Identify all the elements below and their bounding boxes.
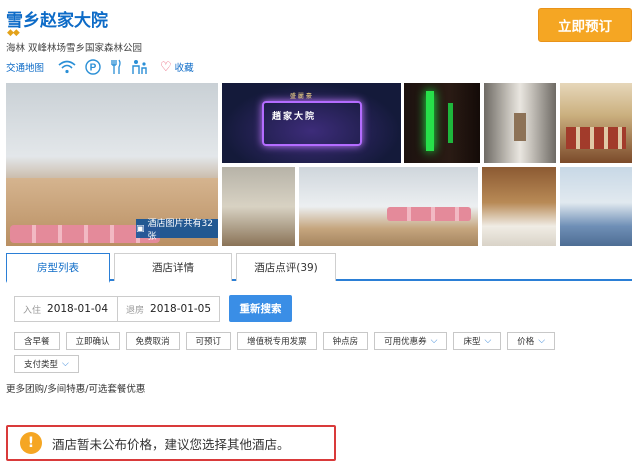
filter-bookable[interactable]: 可预订 bbox=[185, 332, 232, 350]
filter-hourly-room[interactable]: 钟点房 bbox=[322, 332, 369, 350]
checkin-value: 2018-01-04 bbox=[47, 303, 109, 315]
checkin-label: 入住 bbox=[23, 305, 42, 316]
favorite-label: 收藏 bbox=[174, 63, 194, 74]
tab-reviews[interactable]: 酒店点评(39) bbox=[236, 253, 336, 281]
parking-icon: P bbox=[85, 59, 101, 75]
room-photo-3[interactable] bbox=[482, 167, 556, 246]
filter-label: 立即确认 bbox=[75, 337, 110, 347]
sign-text: 趙家大院 bbox=[272, 112, 317, 122]
restaurant-photo[interactable] bbox=[560, 83, 632, 163]
filter-bed-type-dropdown[interactable]: 床型 ⌵ bbox=[453, 332, 502, 350]
filter-label: 免费取消 bbox=[135, 337, 170, 347]
heart-icon: ♡ bbox=[160, 59, 172, 75]
hotel-tabs: 房型列表 酒店详情 酒店点评(39) bbox=[6, 253, 632, 283]
filter-label: 增值税专用发票 bbox=[247, 337, 307, 347]
warning-icon: ! bbox=[20, 432, 42, 454]
filter-label: 支付类型 bbox=[24, 360, 59, 370]
wifi-icon bbox=[58, 60, 76, 74]
svg-text:P: P bbox=[90, 63, 97, 74]
date-picker: 入住 2018-01-04 退房 2018-01-05 bbox=[14, 296, 220, 322]
checkin-field[interactable]: 入住 2018-01-04 bbox=[15, 297, 117, 321]
image-icon: ▣ bbox=[136, 223, 145, 234]
family-icon bbox=[131, 59, 149, 75]
chevron-down-icon: ⌵ bbox=[538, 336, 546, 346]
lobby-photo[interactable] bbox=[222, 167, 295, 246]
book-now-button[interactable]: 立即预订 bbox=[538, 8, 632, 42]
favorite-button[interactable]: ♡ 收藏 bbox=[160, 59, 194, 75]
green-beam bbox=[426, 91, 434, 151]
checkout-field[interactable]: 退房 2018-01-05 bbox=[117, 297, 219, 321]
filter-label: 床型 bbox=[463, 337, 481, 347]
notice-text: 酒店暂未公布价格，建议您选择其他酒店。 bbox=[52, 436, 290, 452]
filter-breakfast[interactable]: 含早餐 bbox=[14, 332, 60, 350]
green-beam-2 bbox=[448, 103, 453, 143]
green-light-photo[interactable] bbox=[404, 83, 480, 163]
room-photo-2[interactable] bbox=[299, 167, 478, 246]
chevron-down-icon: ⌵ bbox=[484, 336, 492, 346]
hall-door bbox=[514, 113, 526, 141]
tab-room-list[interactable]: 房型列表 bbox=[6, 253, 110, 283]
restaurant-icon bbox=[110, 59, 122, 75]
filter-label: 钟点房 bbox=[332, 337, 359, 347]
promo-link[interactable]: 更多团购/多间特惠/可选套餐优惠 bbox=[6, 381, 145, 395]
facility-row: 交通地图 P ♡ 收藏 bbox=[6, 58, 194, 76]
filter-bar: 含早餐 立即确认 免费取消 可预订 增值税专用发票 钟点房 可用优惠券 ⌵ 床型 ⌵… bbox=[14, 332, 574, 378]
hotel-address: 海林 双峰林场雪乡国家森林公园 bbox=[6, 43, 143, 54]
filter-vat-invoice[interactable]: 增值税专用发票 bbox=[237, 332, 317, 350]
filter-payment-dropdown[interactable]: 支付类型 ⌵ bbox=[14, 355, 79, 373]
hotel-title: 雪乡赵家大院 bbox=[6, 11, 108, 31]
filter-price-dropdown[interactable]: 价格 ⌵ bbox=[507, 332, 556, 350]
star-rating: ◆◆ bbox=[7, 28, 20, 38]
filter-free-cancel[interactable]: 免费取消 bbox=[125, 332, 180, 350]
research-button[interactable]: 重新搜索 bbox=[229, 295, 292, 322]
photo-count-badge[interactable]: ▣ 酒店图片共有32张 bbox=[136, 219, 218, 242]
lit-facade bbox=[262, 101, 362, 146]
tab-hotel-details[interactable]: 酒店详情 bbox=[114, 253, 232, 281]
sign-top-text: 盛 麗 豪 bbox=[290, 93, 312, 100]
filter-label: 含早餐 bbox=[24, 337, 50, 347]
room-photo-4[interactable] bbox=[560, 167, 632, 246]
checkout-value: 2018-01-05 bbox=[150, 303, 212, 315]
pillows-shape-2 bbox=[387, 207, 471, 221]
filter-label: 可预订 bbox=[195, 337, 222, 347]
photo-count-label: 酒店图片共有32张 bbox=[147, 218, 213, 242]
filter-label: 价格 bbox=[517, 337, 535, 347]
hallway-photo[interactable] bbox=[484, 83, 556, 163]
price-notice: ! 酒店暂未公布价格，建议您选择其他酒店。 bbox=[6, 425, 336, 461]
filter-coupon-dropdown[interactable]: 可用优惠券 ⌵ bbox=[374, 332, 448, 350]
filter-instant-confirm[interactable]: 立即确认 bbox=[65, 332, 120, 350]
chevron-down-icon: ⌵ bbox=[62, 359, 69, 369]
filter-label: 可用优惠券 bbox=[384, 337, 427, 347]
checkout-label: 退房 bbox=[126, 305, 145, 316]
restaurant-tables bbox=[566, 127, 626, 149]
traffic-map-link[interactable]: 交通地图 bbox=[6, 60, 44, 74]
chevron-down-icon: ⌵ bbox=[430, 336, 438, 346]
night-exterior-photo[interactable]: 盛 麗 豪 趙家大院 bbox=[222, 83, 401, 163]
